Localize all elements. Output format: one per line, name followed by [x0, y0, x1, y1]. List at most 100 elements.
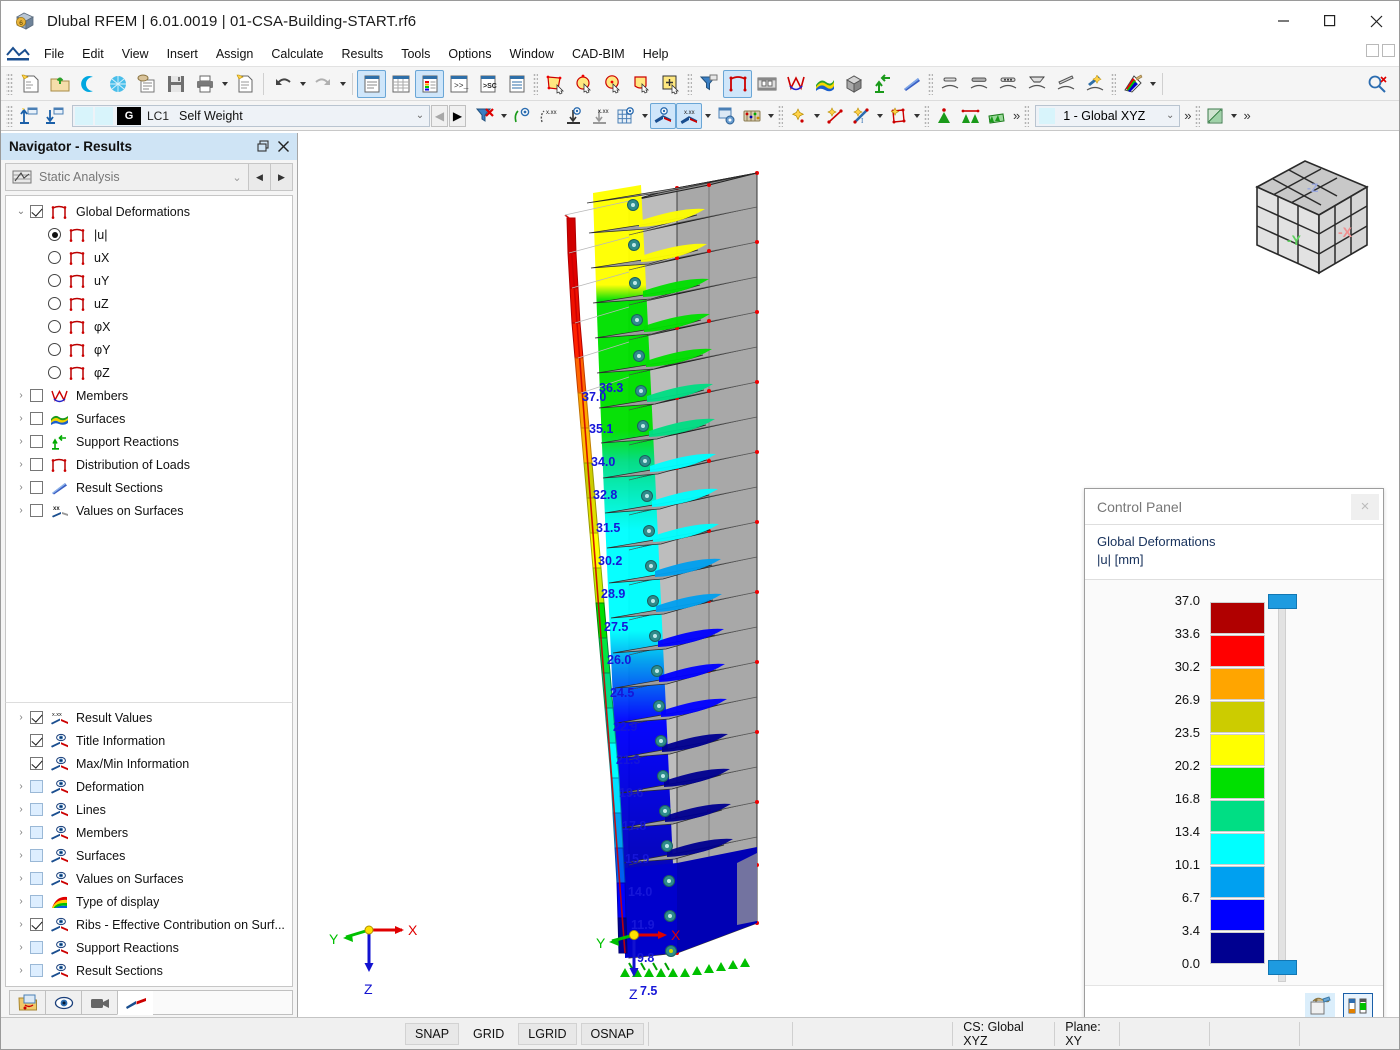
select-special-icon[interactable]	[656, 70, 685, 98]
menu-results[interactable]: Results	[333, 44, 393, 64]
tree-item-members[interactable]: › Members	[6, 384, 292, 407]
tree-item-members[interactable]: › Members	[6, 821, 292, 844]
new-model-icon[interactable]	[16, 70, 45, 98]
building-model[interactable]	[529, 163, 1029, 1003]
animation-icon[interactable]	[752, 70, 781, 98]
load-case-down-icon[interactable]	[42, 103, 68, 129]
tree-item-z[interactable]: φZ	[6, 361, 292, 384]
close-icon[interactable]	[273, 137, 293, 157]
menu-insert[interactable]: Insert	[158, 44, 207, 64]
print-dropdown-icon[interactable]	[219, 70, 230, 98]
menu-help[interactable]: Help	[634, 44, 678, 64]
slider-handle-top[interactable]	[1268, 593, 1297, 609]
member-deformation-icon[interactable]	[561, 103, 587, 129]
toolbar-grip[interactable]	[6, 72, 13, 95]
tree-item-x[interactable]: φX	[6, 315, 292, 338]
mdi-restore-icon[interactable]	[1382, 44, 1395, 57]
legend-color-swatch[interactable]	[1210, 799, 1265, 832]
legend-color-swatch[interactable]	[1210, 634, 1265, 667]
render-quality-icon[interactable]	[1118, 70, 1147, 98]
model-viewport[interactable]: -Y -X -Z 37.0 36.3 35.1 34.0 32.8 31.5 3…	[299, 133, 1399, 1017]
show-deformation-icon[interactable]	[723, 69, 752, 98]
toolbar-overflow-icon[interactable]: »	[1009, 108, 1022, 123]
legend-color-swatch[interactable]	[1210, 733, 1265, 766]
tree-item-support-reactions[interactable]: › Support Reactions	[6, 936, 292, 959]
radio-button[interactable]	[48, 343, 61, 356]
connect-icon[interactable]	[74, 70, 103, 98]
chevron-right-icon[interactable]: ›	[12, 482, 30, 493]
color-legend[interactable]: 37.0 33.6 30.2 26.9 23.5 20.2 16.8 13.4 10.1 6.7 3…	[1085, 579, 1383, 985]
close-icon[interactable]: ×	[1351, 493, 1379, 520]
chevron-down-icon[interactable]: ⌄	[12, 206, 30, 217]
legend-color-swatch[interactable]	[1210, 832, 1265, 865]
surface-grid-dropdown-icon[interactable]	[639, 102, 650, 130]
undo-dropdown-icon[interactable]	[297, 70, 308, 98]
close-icon[interactable]	[1353, 1, 1399, 41]
new-surface-icon[interactable]	[885, 103, 911, 129]
menu-calculate[interactable]: Calculate	[262, 44, 332, 64]
select-objects-icon[interactable]	[540, 70, 569, 98]
radio-button[interactable]	[48, 251, 61, 264]
legend-color-swatch[interactable]	[1210, 601, 1265, 634]
checkbox[interactable]	[30, 941, 43, 954]
chevron-right-icon[interactable]: ›	[12, 781, 30, 792]
clear-results-dropdown-icon[interactable]	[498, 102, 509, 130]
checkbox[interactable]	[30, 458, 43, 471]
tree-item-values-on-surfaces[interactable]: › Values on Surfaces	[6, 867, 292, 890]
chevron-right-icon[interactable]: ›	[12, 827, 30, 838]
show-results-icon[interactable]	[650, 102, 676, 129]
menu-cad-bim[interactable]: CAD-BIM	[563, 44, 634, 64]
chevron-right-icon[interactable]: ›	[12, 436, 30, 447]
tree-item-result-sections[interactable]: › Result Sections	[6, 476, 292, 499]
tree-item-deformation[interactable]: › Deformation	[6, 775, 292, 798]
undo-icon[interactable]	[268, 70, 297, 98]
views-navigator-tab[interactable]	[45, 990, 82, 1015]
checkbox[interactable]	[30, 389, 43, 402]
redo-dropdown-icon[interactable]	[337, 70, 348, 98]
model-data-icon[interactable]	[132, 70, 161, 98]
display-settings-icon[interactable]	[713, 103, 739, 129]
analysis-type-selector[interactable]: Static Analysis ⌄ ◀ ▶	[5, 163, 293, 191]
analysis-next-button[interactable]: ▶	[270, 164, 292, 190]
result-sections-icon[interactable]	[897, 70, 926, 98]
legend-color-swatch[interactable]	[1210, 766, 1265, 799]
tree-item-type-of-display[interactable]: › Type of display	[6, 890, 292, 913]
new-node-icon[interactable]	[785, 103, 811, 129]
status-toggle-grid[interactable]: GRID	[463, 1022, 515, 1045]
calculation-dropdown-icon[interactable]	[765, 102, 776, 130]
radio-button[interactable]	[48, 366, 61, 379]
show-result-values-icon[interactable]: x.xx	[676, 102, 702, 129]
diagram-filled-icon[interactable]	[1022, 70, 1051, 98]
radio-button[interactable]	[48, 320, 61, 333]
chevron-right-icon[interactable]: ›	[12, 873, 30, 884]
checkbox[interactable]	[30, 412, 43, 425]
menu-options[interactable]: Options	[439, 44, 500, 64]
minimize-icon[interactable]	[1261, 1, 1307, 41]
cloud-model-icon[interactable]	[103, 70, 132, 98]
legend-color-swatch[interactable]	[1210, 931, 1265, 964]
tree-item-uz[interactable]: uZ	[6, 292, 292, 315]
render-quality-dropdown-icon[interactable]	[1147, 70, 1158, 98]
script-icon[interactable]: >SC	[473, 70, 502, 98]
radio-button[interactable]	[48, 274, 61, 287]
legend-color-swatch[interactable]	[1210, 865, 1265, 898]
tree-item-uy[interactable]: uY	[6, 269, 292, 292]
checkbox[interactable]	[30, 711, 43, 724]
tree-item-surfaces[interactable]: › Surfaces	[6, 844, 292, 867]
coord-overflow-icon[interactable]: »	[1180, 108, 1193, 123]
legend-color-swatch[interactable]	[1210, 700, 1265, 733]
status-toggle-osnap[interactable]: OSNAP	[580, 1022, 645, 1045]
checkbox[interactable]	[30, 872, 43, 885]
toolbar-overflow-end-icon[interactable]: »	[1239, 108, 1252, 123]
radio-button[interactable]	[48, 297, 61, 310]
surface-results-icon[interactable]	[810, 70, 839, 98]
select-rectangle-icon[interactable]	[598, 70, 627, 98]
menu-window[interactable]: Window	[500, 44, 562, 64]
tree-item-u[interactable]: |u|	[6, 223, 292, 246]
diagram-points-icon[interactable]	[993, 70, 1022, 98]
work-plane-dropdown-icon[interactable]	[1228, 102, 1239, 130]
menu-assign[interactable]: Assign	[207, 44, 263, 64]
chevron-right-icon[interactable]: ›	[12, 919, 30, 930]
print-icon[interactable]	[190, 70, 219, 98]
mdi-minimize-icon[interactable]	[1366, 44, 1379, 57]
